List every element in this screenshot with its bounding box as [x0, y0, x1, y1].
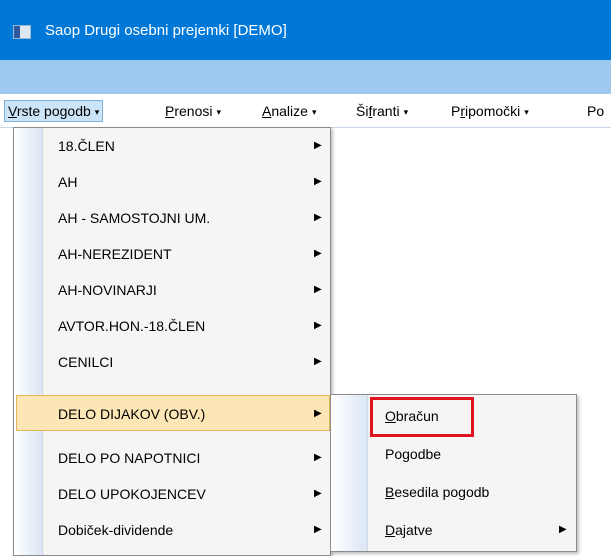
chevron-down-icon: ▾ — [311, 107, 317, 117]
menu-pripomocki[interactable]: Pripomočki ▾ — [449, 101, 531, 121]
submenu-item-dajatve[interactable]: Dajatve ▶ — [333, 512, 574, 548]
chevron-down-icon: ▾ — [403, 107, 409, 117]
menu-item-cenilci[interactable]: CENILCI ▶ — [16, 344, 328, 380]
menu-sifranti[interactable]: Šifranti ▾ — [354, 101, 410, 121]
menu-item-dobicek-dividende[interactable]: Dobiček-dividende ▶ — [16, 512, 328, 548]
chevron-right-icon: ▶ — [314, 524, 322, 535]
chevron-down-icon: ▾ — [524, 107, 529, 117]
menu-item-18-clen[interactable]: 18.ČLEN ▶ — [16, 128, 328, 164]
submenu-item-pogodbe[interactable]: Pogodbe — [333, 436, 574, 472]
menu-bar: Vrste pogodb ▾ Prenosi ▾ Analize ▾ Šifranti… — [0, 94, 611, 128]
menu-item-ah-novinarji[interactable]: AH-NOVINARJI ▶ — [16, 272, 328, 308]
menu-item-ah-samostojni[interactable]: AH - SAMOSTOJNI UM. ▶ — [16, 200, 328, 236]
menu-analize[interactable]: Analize ▾ — [260, 101, 318, 121]
ribbon-area — [0, 60, 611, 94]
chevron-right-icon: ▶ — [314, 408, 322, 419]
chevron-right-icon: ▶ — [559, 524, 567, 535]
menu-item-delo-po-napotnici[interactable]: DELO PO NAPOTNICI ▶ — [16, 440, 328, 476]
menu-pomoc[interactable]: Po — [585, 101, 606, 121]
chevron-right-icon: ▶ — [314, 356, 322, 367]
menu-item-delo-upokojencev[interactable]: DELO UPOKOJENCEV ▶ — [16, 476, 328, 512]
app-icon — [13, 25, 31, 39]
menu-item-ah-nerezident[interactable]: AH-NEREZIDENT ▶ — [16, 236, 328, 272]
menu-item-avtor-hon[interactable]: AVTOR.HON.-18.ČLEN ▶ — [16, 308, 328, 344]
menu-prenosi[interactable]: Prenosi ▾ — [163, 101, 223, 121]
chevron-right-icon: ▶ — [314, 488, 322, 499]
title-bar: Saop Drugi osebni prejemki [DEMO] — [0, 0, 611, 60]
submenu-item-besedila-pogodb[interactable]: Besedila pogodb — [333, 474, 574, 510]
chevron-right-icon: ▶ — [314, 452, 322, 463]
chevron-right-icon: ▶ — [314, 248, 322, 259]
window-title: Saop Drugi osebni prejemki [DEMO] — [45, 22, 287, 39]
chevron-right-icon: ▶ — [314, 140, 322, 151]
chevron-right-icon: ▶ — [314, 176, 322, 187]
chevron-down-icon: ▾ — [94, 107, 100, 117]
vrste-pogodb-dropdown: 18.ČLEN ▶ AH ▶ AH - SAMOSTOJNI UM. ▶ AH-… — [13, 127, 331, 556]
chevron-right-icon: ▶ — [314, 212, 322, 223]
chevron-down-icon: ▾ — [216, 107, 222, 117]
menu-item-delo-dijakov[interactable]: DELO DIJAKOV (OBV.) ▶ — [16, 395, 330, 431]
chevron-right-icon: ▶ — [314, 320, 322, 331]
menu-vrste-pogodb[interactable]: Vrste pogodb ▾ — [4, 100, 104, 122]
chevron-right-icon: ▶ — [314, 284, 322, 295]
highlight-annotation-box — [370, 397, 474, 437]
menu-item-ah[interactable]: AH ▶ — [16, 164, 328, 200]
